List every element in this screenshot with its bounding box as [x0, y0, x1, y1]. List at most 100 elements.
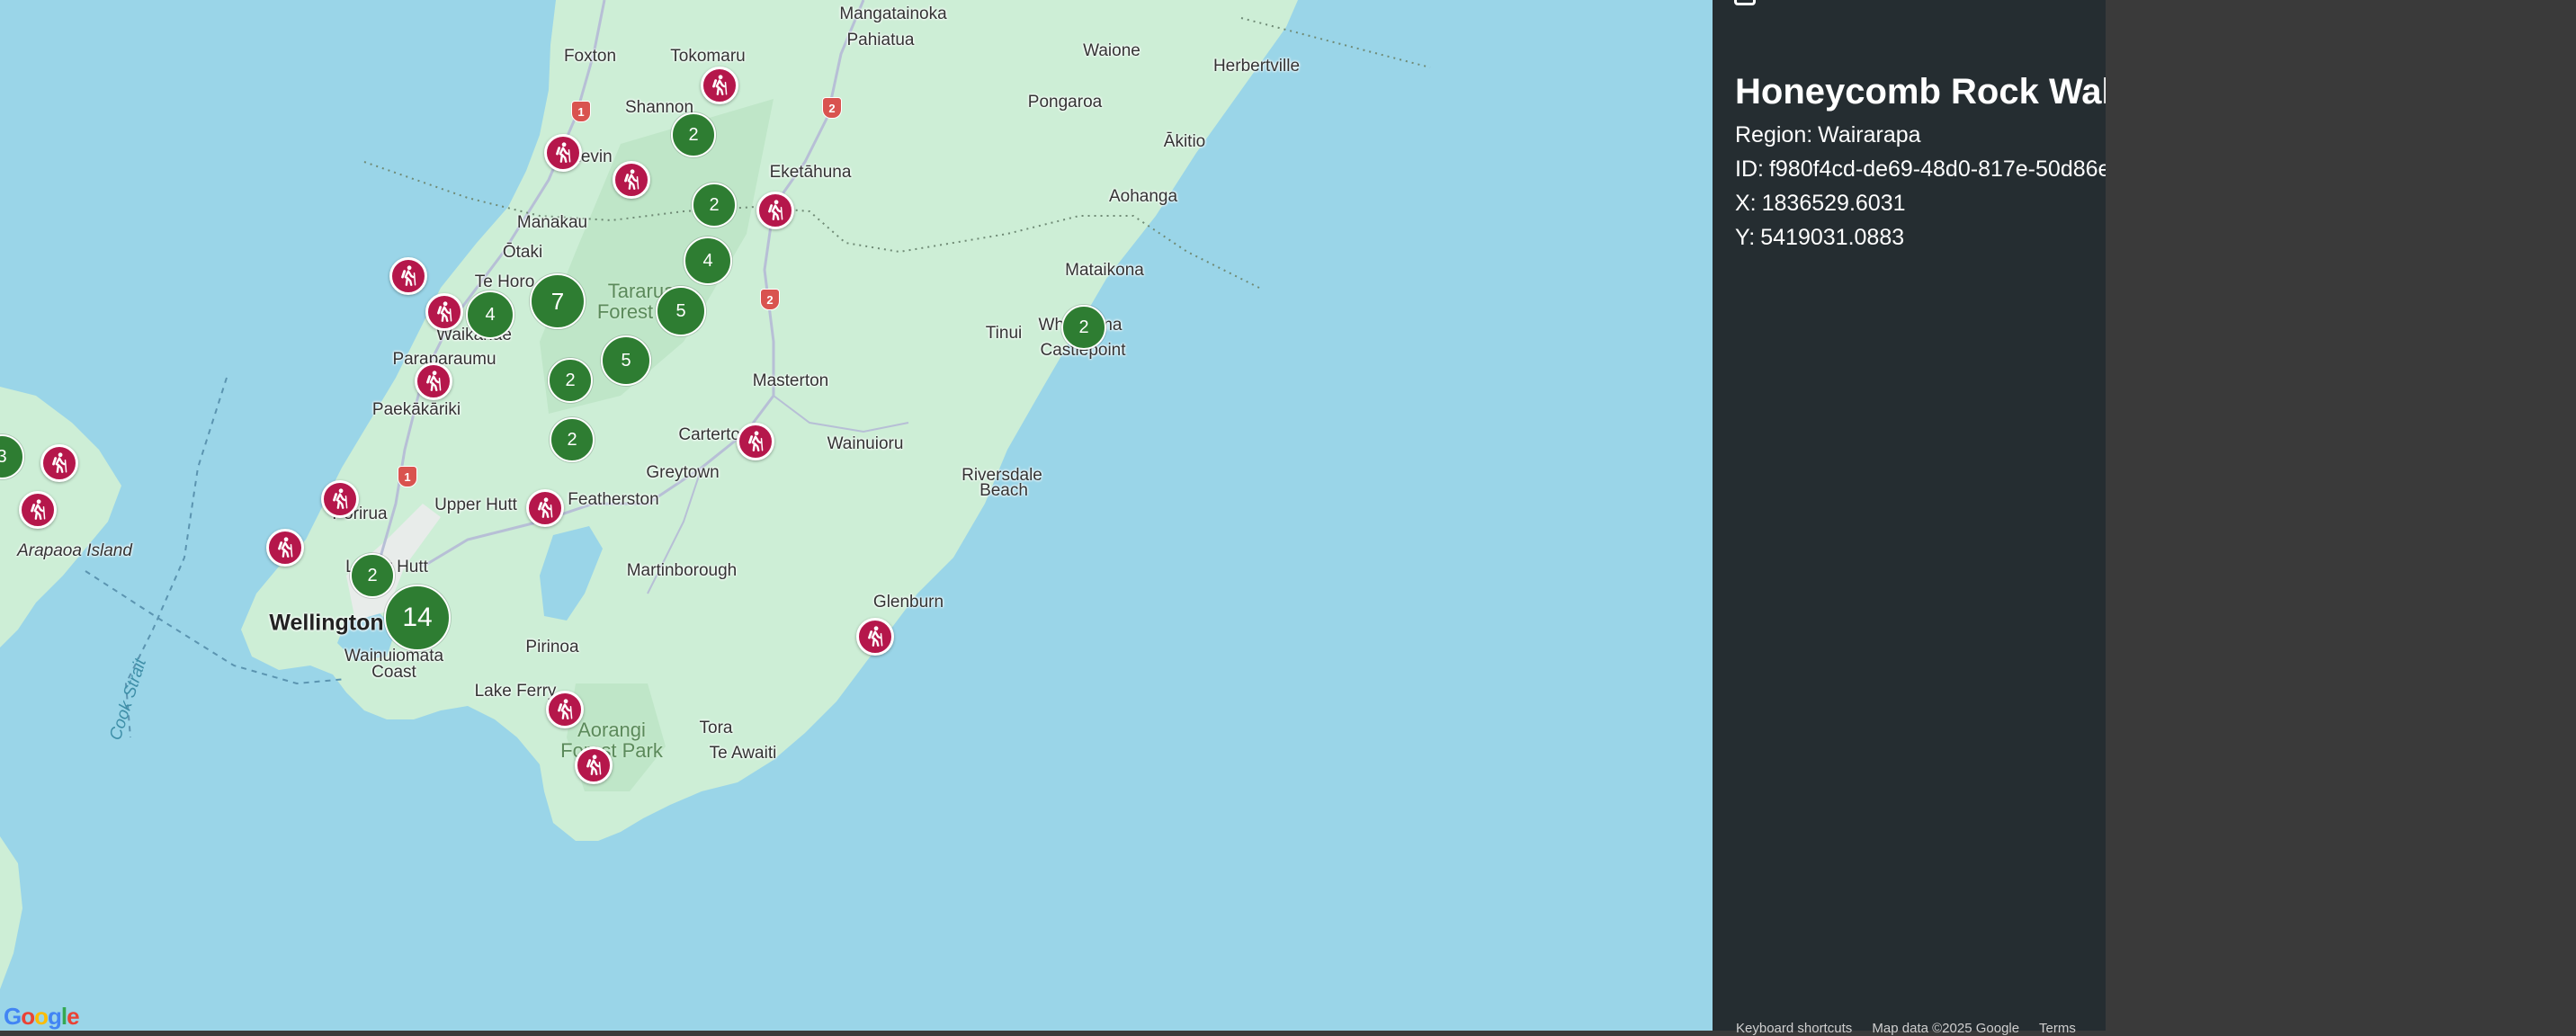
empty-area — [2106, 0, 2576, 1031]
x-value: 1836529.6031 — [1761, 191, 1906, 216]
hiker-icon — [52, 452, 67, 473]
trail-y-coordinate: Y: 5419031.0883 — [1735, 225, 1904, 251]
google-logo-letter: g — [48, 1003, 62, 1030]
hiker-icon — [333, 488, 348, 509]
google-logo-letter: o — [34, 1003, 49, 1030]
panel-close-icon[interactable] — [1734, 0, 1756, 5]
hiker-icon — [401, 265, 416, 286]
trail-cluster-marker[interactable]: 5 — [601, 335, 651, 386]
hiker-icon — [558, 699, 573, 719]
place-label-mangatainoka: Mangatainoka — [839, 4, 947, 23]
hike-marker[interactable] — [425, 293, 463, 331]
place-label-pirinoa: Pirinoa — [525, 638, 579, 656]
hike-marker[interactable] — [546, 691, 584, 728]
map[interactable]: Mangatainoka Pahiatua Foxton Tokomaru Wa… — [0, 0, 1713, 1031]
trail-cluster-marker[interactable]: 2 — [692, 183, 737, 228]
terms-link[interactable]: Terms — [2039, 1021, 2076, 1036]
place-label-foxton: Foxton — [563, 47, 617, 66]
region-value: Wairarapa — [1818, 122, 1921, 147]
place-label-tararua-forest: Forest — [596, 300, 654, 323]
place-label-riversdale-beach: Beach — [979, 481, 1028, 500]
google-logo[interactable]: Google — [4, 1003, 80, 1031]
place-label-lake-ferry: Lake Ferry — [474, 682, 557, 701]
trail-cluster-marker[interactable]: 4 — [684, 237, 732, 285]
hiker-icon — [31, 499, 46, 520]
place-label-pahiatua: Pahiatua — [846, 31, 915, 49]
trail-region: Region: Wairarapa — [1735, 122, 1921, 148]
place-label-aohanga: Aohanga — [1108, 187, 1178, 206]
place-label-te-awaiti: Te Awaiti — [709, 744, 777, 763]
place-label-greytown: Greytown — [646, 463, 720, 482]
hike-marker[interactable] — [389, 257, 427, 295]
highway-shield: 2 — [822, 97, 842, 119]
place-label-paekakariki: Paekākāriki — [371, 400, 461, 419]
place-label-martinborough: Martinborough — [626, 561, 738, 580]
trail-cluster-marker[interactable]: 2 — [1061, 305, 1106, 350]
hike-marker[interactable] — [856, 618, 894, 656]
hiker-icon — [437, 301, 452, 322]
hike-marker[interactable] — [40, 444, 78, 482]
hiker-icon — [768, 200, 783, 220]
place-label-tinui: Tinui — [985, 324, 1023, 343]
trail-info-panel: Honeycomb Rock Walkway Region: Wairarapa … — [1713, 0, 2199, 1031]
place-label-upper-hutt: Upper Hutt — [434, 496, 517, 514]
place-label-akitio: Ākitio — [1163, 132, 1206, 151]
trail-cluster-marker[interactable]: 14 — [384, 585, 451, 651]
highway-shield: 1 — [571, 101, 591, 122]
trail-x-coordinate: X: 1836529.6031 — [1735, 191, 1906, 217]
hike-marker[interactable] — [613, 161, 650, 199]
highway-shield: 2 — [760, 289, 780, 310]
hiker-icon — [538, 497, 553, 518]
hike-marker[interactable] — [544, 134, 582, 172]
hiker-icon — [426, 371, 442, 391]
trail-cluster-marker[interactable]: 4 — [466, 290, 514, 339]
place-label-mataikona: Mataikona — [1065, 261, 1144, 280]
trail-cluster-marker[interactable]: 7 — [530, 273, 586, 329]
map-footer: Keyboard shortcuts Map data ©2025 Google… — [1736, 1021, 2092, 1036]
hike-marker[interactable] — [526, 489, 564, 527]
id-label: ID: — [1735, 156, 1764, 182]
trail-cluster-marker[interactable]: 2 — [550, 417, 595, 462]
place-label-featherston: Featherston — [568, 490, 659, 509]
place-label-waione: Waione — [1083, 41, 1140, 60]
place-label-wainuioru: Wainuioru — [827, 434, 904, 453]
place-label-te-horo: Te Horo — [474, 272, 535, 291]
y-value: 5419031.0883 — [1760, 225, 1905, 250]
place-label-glenburn: Glenburn — [872, 593, 944, 612]
hike-marker[interactable] — [756, 192, 794, 229]
map-data-attribution: Map data ©2025 Google — [1872, 1021, 2020, 1036]
hike-marker[interactable] — [19, 491, 57, 529]
trail-cluster-marker[interactable]: 2 — [548, 358, 593, 403]
map-terrain — [0, 0, 1431, 989]
trail-cluster-marker[interactable]: 2 — [671, 112, 716, 157]
south-island-coast — [0, 836, 22, 989]
hiker-icon — [748, 431, 764, 451]
trail-cluster-marker[interactable]: 2 — [350, 553, 395, 598]
place-label-masterton: Masterton — [752, 371, 829, 390]
place-label-herbertville: Herbertville — [1212, 57, 1301, 76]
google-logo-letter: o — [21, 1003, 35, 1030]
hike-marker[interactable] — [266, 529, 304, 567]
x-label: X: — [1735, 191, 1757, 216]
place-label-pongaroa: Pongaroa — [1027, 93, 1103, 112]
hike-marker[interactable] — [701, 67, 738, 104]
hike-marker[interactable] — [737, 423, 774, 460]
place-label-wainuiomata-coast: Coast — [371, 663, 416, 682]
highway-shield: 1 — [398, 466, 417, 487]
place-label-eketahuna: Eketāhuna — [769, 163, 852, 182]
trail-cluster-marker[interactable]: 5 — [656, 286, 706, 336]
place-label-otaki: Ōtaki — [502, 243, 543, 262]
hiker-icon — [712, 75, 728, 95]
google-logo-letter: e — [67, 1003, 80, 1030]
google-logo-letter: G — [4, 1003, 22, 1030]
hiker-icon — [868, 626, 883, 647]
place-label-arapaoa-island: Arapaoa Island — [17, 541, 132, 560]
keyboard-shortcuts-link[interactable]: Keyboard shortcuts — [1736, 1021, 1852, 1036]
region-label: Region: — [1735, 122, 1813, 147]
hike-marker[interactable] — [415, 362, 452, 400]
hiker-icon — [586, 755, 602, 775]
hike-marker[interactable] — [321, 480, 359, 518]
hike-marker[interactable] — [575, 746, 613, 784]
place-label-tora: Tora — [699, 719, 733, 737]
hiker-icon — [624, 169, 640, 190]
